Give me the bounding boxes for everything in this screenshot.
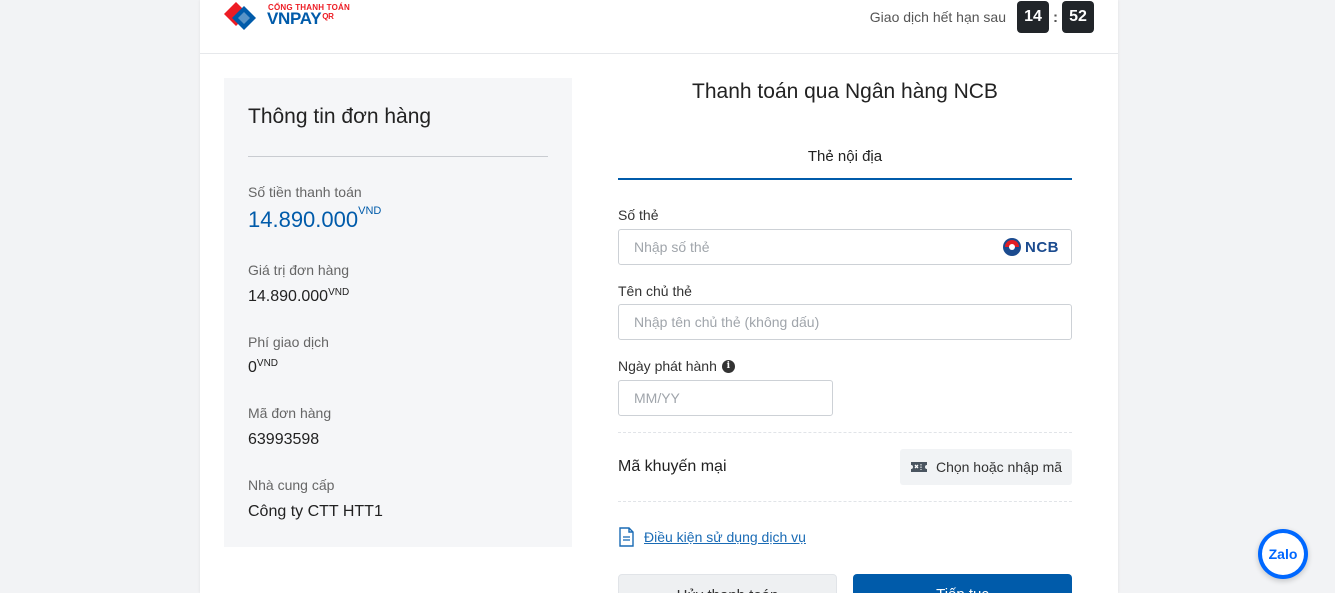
- promo-button-label: Chọn hoặc nhập mã: [935, 459, 1063, 475]
- amount-label: Số tiền thanh toán: [248, 184, 362, 200]
- timer-seconds: 52: [1062, 1, 1094, 33]
- card-holder-input[interactable]: [618, 304, 1072, 340]
- logo-title: VNPAYQR: [267, 9, 334, 28]
- cancel-payment-button[interactable]: Hủy thanh toán: [618, 574, 837, 593]
- amount-value: 14.890.000VND: [248, 205, 382, 232]
- vnpay-logo: CỔNG THANH TOÁN VNPAYQR: [222, 0, 352, 34]
- zalo-chat-button[interactable]: Zalo: [1258, 529, 1308, 579]
- divider: [248, 156, 548, 157]
- card-holder-label: Tên chủ thẻ: [618, 283, 692, 299]
- card-number-wrapper: NCB: [618, 229, 1072, 265]
- order-id-label: Mã đơn hàng: [248, 405, 332, 421]
- timer-separator: :: [1053, 8, 1058, 26]
- order-info-panel: Thông tin đơn hàng Số tiền thanh toán 14…: [224, 78, 572, 547]
- document-icon: [619, 527, 634, 547]
- expiry-timer: Giao dịch hết hạn sau 14 : 52: [870, 1, 1094, 33]
- info-icon[interactable]: i: [721, 359, 735, 373]
- header: CỔNG THANH TOÁN VNPAYQR Giao dịch hết hạ…: [200, 0, 1118, 54]
- promo-code-button[interactable]: Chọn hoặc nhập mã: [900, 449, 1072, 485]
- fee-value: 0VND: [248, 358, 279, 376]
- order-id-value: 63993598: [248, 431, 320, 448]
- promo-label: Mã khuyến mại: [618, 458, 727, 475]
- payment-title: Thanh toán qua Ngân hàng NCB: [692, 80, 998, 103]
- zalo-label: Zalo: [1262, 533, 1304, 575]
- timer-minutes: 14: [1017, 1, 1049, 33]
- payment-form: Thanh toán qua Ngân hàng NCB Thẻ nội địa…: [618, 54, 1072, 593]
- timer-label: Giao dịch hết hạn sau: [869, 9, 1006, 25]
- fee-label: Phí giao dịch: [248, 334, 329, 350]
- issue-date-label-row: Ngày phát hành i: [618, 358, 735, 374]
- issue-date-label: Ngày phát hành: [618, 358, 717, 374]
- card-number-label: Số thẻ: [618, 207, 659, 223]
- tab-domestic-card[interactable]: Thẻ nội địa: [618, 148, 1072, 165]
- logo-suffix: QR: [322, 12, 334, 21]
- issue-date-input[interactable]: [618, 380, 833, 416]
- provider-value: Công ty CTT HTT1: [248, 503, 383, 520]
- ticket-icon: [910, 462, 927, 472]
- dashed-divider: [618, 432, 1072, 433]
- order-value: 14.890.000VND: [248, 287, 350, 305]
- fee-unit: VND: [256, 358, 279, 369]
- order-info-title: Thông tin đơn hàng: [248, 105, 432, 128]
- order-value-label: Giá trị đơn hàng: [248, 262, 350, 278]
- tab-active-indicator: [618, 178, 1072, 180]
- amount-unit: VND: [358, 205, 382, 217]
- card-number-input[interactable]: [618, 229, 1072, 265]
- order-value-unit: VND: [328, 287, 350, 298]
- dashed-divider: [618, 501, 1072, 502]
- continue-button[interactable]: Tiếp tục: [853, 574, 1072, 593]
- vnpay-logo-icon: [224, 2, 256, 30]
- payment-card: CỔNG THANH TOÁN VNPAYQR Giao dịch hết hạ…: [200, 0, 1118, 593]
- terms-link[interactable]: Điều kiện sử dụng dịch vụ: [644, 529, 806, 545]
- provider-label: Nhà cung cấp: [248, 477, 335, 493]
- terms-row: Điều kiện sử dụng dịch vụ: [618, 527, 806, 547]
